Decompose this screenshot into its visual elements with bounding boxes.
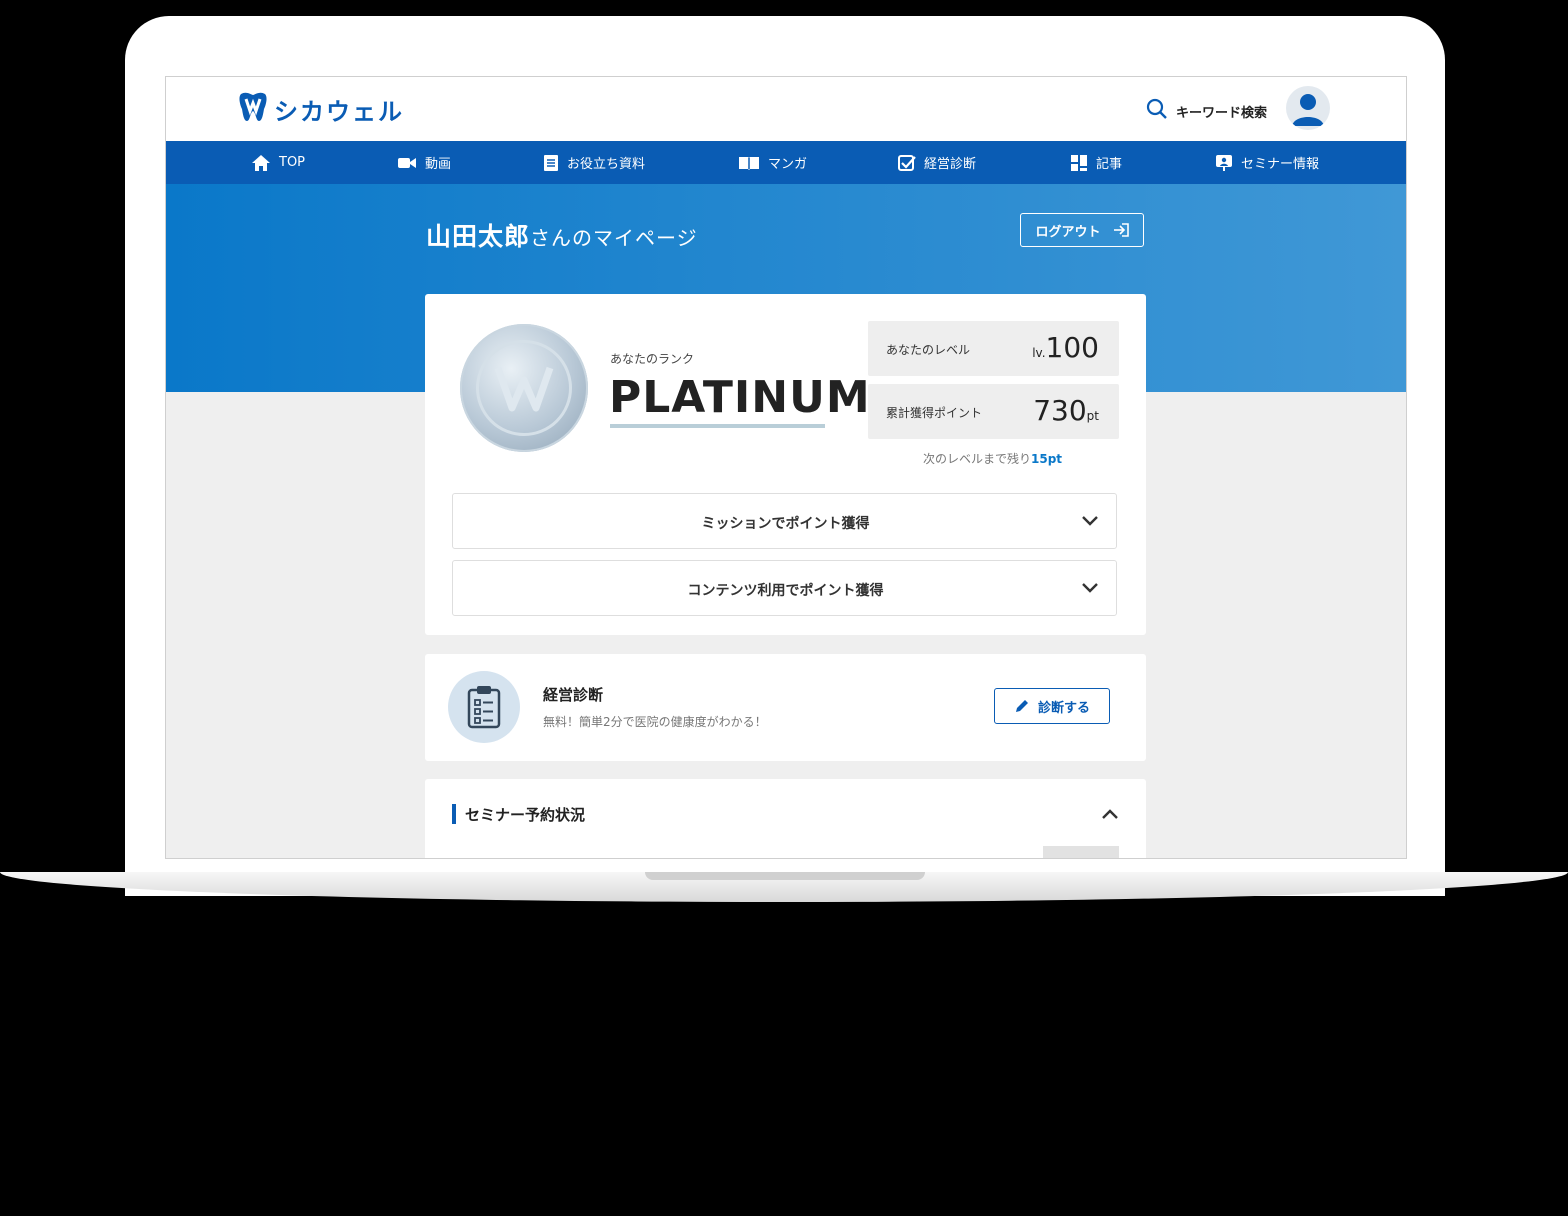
points-value: 730 [1033,394,1087,427]
laptop-notch [645,872,925,880]
accordion-label: ミッションでポイント獲得 [701,516,870,532]
presentation-icon [1216,154,1232,171]
chevron-down-icon [1082,516,1098,526]
nav-item-articles[interactable]: 記事 [1070,141,1122,184]
diagnosis-circle [448,671,520,743]
points-label: 累計獲得ポイント [886,406,983,420]
tooth-logo-icon [238,91,268,127]
accordion-content[interactable]: コンテンツ利用でポイント獲得 [452,560,1117,616]
browser-screen: シカウェル キーワード検索 TOP 動画 お役立ち資料 マンガ 経営診断 記事 … [165,76,1407,859]
level-prefix: lv. [1032,346,1046,360]
points-unit: pt [1086,409,1099,423]
video-icon [398,157,416,168]
diagnose-button[interactable]: 診断する [994,688,1110,724]
checkbox-icon [898,154,916,171]
logout-icon [1113,223,1129,237]
seminar-title: セミナー予約状況 [465,806,586,824]
page-title: 山田太郎さんのマイページ [426,217,698,253]
grid-icon [1071,154,1087,171]
level-label: あなたのレベル [886,343,971,357]
keyword-search[interactable]: キーワード検索 [1146,98,1267,124]
nav-item-diagnosis[interactable]: 経営診断 [898,141,976,184]
logo-text: シカウェル [274,97,404,126]
nav-label: セミナー情報 [1241,157,1320,172]
points-stat: 累計獲得ポイント 730pt [868,384,1119,439]
nav-label: 動画 [425,157,452,172]
nav-item-manga[interactable]: マンガ [738,141,807,184]
diagnosis-subtitle: 無料！簡単2分で医院の健康度がわかる！ [543,715,767,729]
rank-label: あなたのランク [610,352,695,366]
level-stat: あなたのレベル lv.100 [868,321,1119,376]
accordion-mission[interactable]: ミッションでポイント獲得 [452,493,1117,549]
chevron-up-icon[interactable] [1100,805,1120,825]
diagnose-button-label: 診断する [1037,700,1090,716]
diagnosis-card: 経営診断 無料！簡単2分で医院の健康度がわかる！ 診断する [425,654,1146,761]
site-header: シカウェル キーワード検索 [166,77,1406,141]
rank-card: あなたのランク PLATINUM あなたのレベル lv.100 累計獲得ポイント… [425,294,1146,635]
search-label: キーワード検索 [1176,105,1268,121]
user-icon [1292,94,1324,126]
seminar-status-badge [1043,846,1119,858]
rank-underline [610,424,825,428]
user-name: 山田太郎 [426,222,531,251]
seminar-card: セミナー予約状況 [425,779,1146,858]
nav-item-seminar[interactable]: セミナー情報 [1215,141,1319,184]
nav-item-documents[interactable]: お役立ち資料 [543,141,645,184]
next-level-value: 15pt [1031,452,1063,466]
nav-item-top[interactable]: TOP [251,141,305,184]
book-icon [739,156,759,170]
rank-medal-icon [460,324,588,452]
document-icon [544,154,558,171]
next-level-text: 次のレベルまで残り [923,452,1032,466]
diagnosis-title: 経営診断 [543,686,604,704]
logout-label: ログアウト [1035,224,1101,240]
main-nav: TOP 動画 お役立ち資料 マンガ 経営診断 記事 セミナー情報 [166,141,1406,184]
next-level-note: 次のレベルまで残り15pt [923,450,1062,467]
nav-label: マンガ [768,157,808,172]
chevron-down-icon [1082,583,1098,593]
clipboard-icon [467,686,501,729]
pencil-icon [1015,700,1028,712]
points-value-wrap: 730pt [1033,394,1099,427]
accordion-label: コンテンツ利用でポイント獲得 [687,583,884,599]
level-value: 100 [1045,331,1099,364]
site-logo[interactable]: シカウェル [238,91,404,127]
level-value-wrap: lv.100 [1032,331,1099,364]
nav-label: お役立ち資料 [567,157,646,172]
search-icon [1146,98,1168,124]
logout-button[interactable]: ログアウト [1020,213,1144,247]
nav-label: 記事 [1096,157,1123,172]
nav-label: 経営診断 [924,157,977,172]
nav-label: TOP [279,155,306,170]
medal-w-icon [494,366,554,412]
nav-item-video[interactable]: 動画 [397,141,451,184]
section-marker [452,804,456,824]
page-title-suffix: さんのマイページ [530,226,698,250]
user-avatar[interactable] [1286,86,1330,130]
home-icon [252,154,270,171]
rank-name: PLATINUM [609,372,871,423]
